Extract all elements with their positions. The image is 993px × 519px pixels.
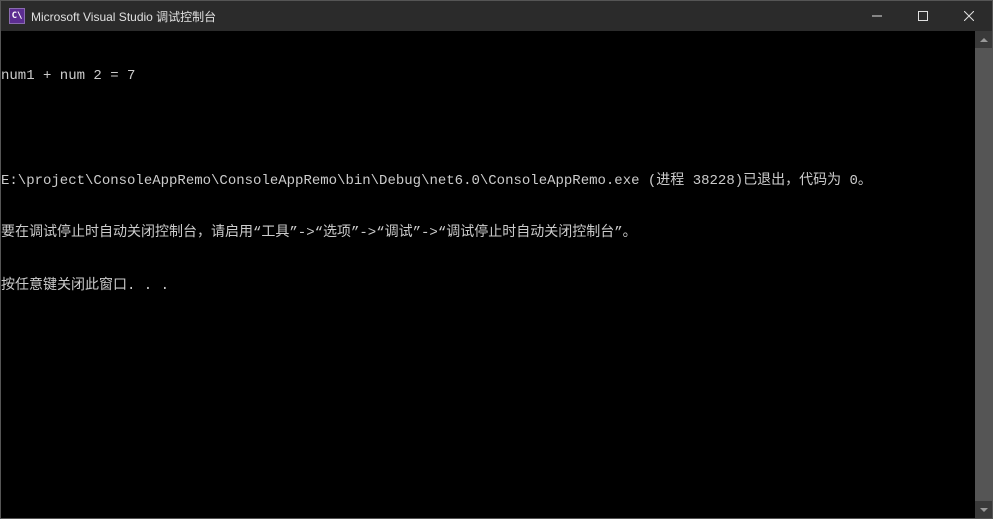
console-line: 要在调试停止时自动关闭控制台，请启用“工具”->“选项”->“调试”->“调试停… (1, 225, 975, 243)
maximize-button[interactable] (900, 1, 946, 31)
minimize-button[interactable] (854, 1, 900, 31)
vertical-scrollbar[interactable] (975, 31, 992, 518)
chevron-down-icon (980, 508, 988, 512)
minimize-icon (872, 11, 882, 21)
close-button[interactable] (946, 1, 992, 31)
scroll-up-button[interactable] (975, 31, 992, 48)
close-icon (964, 11, 974, 21)
app-icon: C\ (9, 8, 25, 24)
scroll-down-button[interactable] (975, 501, 992, 518)
console-area: num1 + num 2 = 7 E:\project\ConsoleAppRe… (1, 31, 992, 518)
console-line: num1 + num 2 = 7 (1, 68, 975, 86)
console-line: 按任意键关闭此窗口. . . (1, 278, 975, 296)
chevron-up-icon (980, 38, 988, 42)
window-title: Microsoft Visual Studio 调试控制台 (31, 8, 216, 25)
window-controls (854, 1, 992, 31)
console-line: E:\project\ConsoleAppRemo\ConsoleAppRemo… (1, 173, 975, 191)
maximize-icon (918, 11, 928, 21)
titlebar[interactable]: C\ Microsoft Visual Studio 调试控制台 (1, 1, 992, 31)
scroll-track[interactable] (975, 48, 992, 501)
console-output[interactable]: num1 + num 2 = 7 E:\project\ConsoleAppRe… (1, 31, 975, 518)
console-line (1, 121, 975, 138)
scroll-thumb[interactable] (975, 48, 992, 501)
app-icon-text: C\ (12, 11, 23, 21)
